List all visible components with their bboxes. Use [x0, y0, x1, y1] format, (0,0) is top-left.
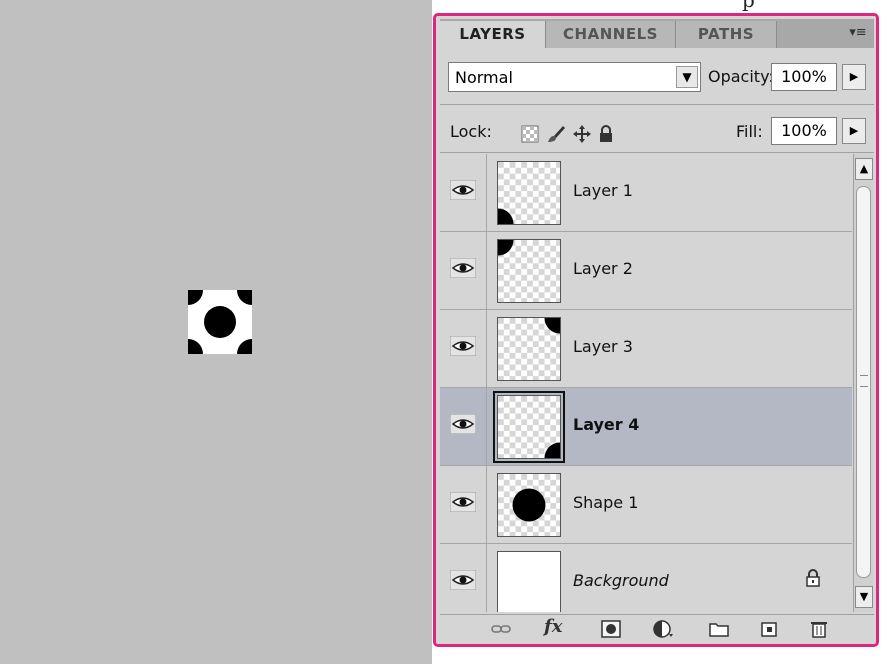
layers-scrollbar[interactable]: ▲ ▼ — [853, 154, 873, 612]
visibility-toggle[interactable] — [440, 388, 487, 465]
layer-row-background[interactable]: Background — [440, 544, 852, 612]
cut-off-text: p — [742, 0, 755, 12]
scroll-thumb[interactable] — [856, 186, 871, 578]
layer-row-layer-2[interactable]: Layer 2 — [440, 232, 852, 310]
eye-icon[interactable] — [450, 336, 476, 356]
scroll-up-icon[interactable]: ▲ — [855, 158, 873, 180]
layer-row-layer-4[interactable]: Layer 4 — [440, 388, 852, 466]
tab-channels[interactable]: CHANNELS — [546, 21, 676, 48]
divider — [440, 104, 874, 105]
layer-name[interactable]: Layer 3 — [573, 337, 633, 356]
divider — [440, 152, 874, 153]
eye-icon[interactable] — [450, 414, 476, 434]
panel-menu-icon[interactable]: ▾≡ — [848, 25, 868, 42]
layer-name[interactable]: Layer 4 — [573, 415, 639, 434]
trash-icon[interactable] — [808, 619, 830, 639]
layer-thumbnail — [493, 391, 565, 463]
lock-pixels-brush-icon[interactable] — [546, 124, 566, 144]
lock-transparency-icon[interactable] — [520, 124, 540, 144]
scroll-down-icon[interactable]: ▼ — [855, 586, 873, 608]
layer-name[interactable]: Layer 2 — [573, 259, 633, 278]
panel-tab-bar: LAYERS CHANNELS PATHS ▾≡ — [440, 19, 874, 48]
layer-name[interactable]: Layer 1 — [573, 181, 633, 200]
layer-thumbnail — [497, 161, 561, 225]
tab-paths[interactable]: PATHS — [676, 21, 777, 48]
canvas-top — [0, 0, 432, 16]
visibility-toggle[interactable] — [440, 544, 487, 612]
layer-name[interactable]: Shape 1 — [573, 493, 638, 512]
lock-label: Lock: — [450, 122, 492, 141]
layer-name[interactable]: Background — [573, 571, 669, 590]
layer-row-layer-1[interactable]: Layer 1 — [440, 154, 852, 232]
layer-row-layer-3[interactable]: Layer 3 — [440, 310, 852, 388]
fill-slider-button[interactable]: ▶ — [842, 118, 866, 144]
grip-icon — [860, 375, 868, 387]
visibility-toggle[interactable] — [440, 232, 487, 309]
visibility-toggle[interactable] — [440, 154, 487, 231]
layers-panel: LAYERS CHANNELS PATHS ▾≡ Normal ▼ Opacit… — [433, 13, 879, 647]
mask-icon[interactable] — [600, 619, 622, 639]
opacity-slider-button[interactable]: ▶ — [842, 64, 866, 90]
tab-layers[interactable]: LAYERS — [440, 21, 546, 48]
opacity-label: Opacity: — [708, 67, 774, 86]
lock-position-move-icon[interactable] — [572, 124, 592, 144]
eye-icon[interactable] — [450, 570, 476, 590]
eye-icon[interactable] — [450, 258, 476, 278]
link-icon[interactable] — [490, 619, 512, 639]
lock-icon — [806, 569, 820, 587]
eye-icon[interactable] — [450, 492, 476, 512]
fx-icon[interactable]: fx — [544, 616, 562, 637]
folder-icon[interactable] — [708, 619, 730, 639]
opacity-field[interactable]: 100% — [771, 63, 837, 91]
layer-thumbnail — [497, 239, 561, 303]
chevron-down-icon[interactable]: ▼ — [676, 66, 698, 88]
layer-thumbnail — [497, 317, 561, 381]
fill-field[interactable]: 100% — [771, 117, 837, 145]
visibility-toggle[interactable] — [440, 466, 487, 543]
lock-all-icon[interactable] — [596, 124, 616, 144]
new-layer-icon[interactable] — [758, 619, 780, 639]
layer-thumbnail — [497, 551, 561, 612]
layer-thumbnail — [497, 473, 561, 537]
layer-row-shape-1[interactable]: Shape 1 — [440, 466, 852, 544]
blend-mode-value: Normal — [455, 68, 513, 87]
fill-label: Fill: — [736, 122, 763, 141]
blend-mode-select[interactable]: Normal ▼ — [448, 62, 701, 92]
panel-bottom-bar: fx — [440, 614, 874, 643]
eye-icon[interactable] — [450, 180, 476, 200]
adjustment-icon[interactable] — [652, 619, 674, 639]
visibility-toggle[interactable] — [440, 310, 487, 387]
layers-list: Layer 1 Layer 2 Layer 3 Layer 4 Shape 1 … — [440, 154, 852, 612]
pattern-preview — [188, 290, 252, 354]
